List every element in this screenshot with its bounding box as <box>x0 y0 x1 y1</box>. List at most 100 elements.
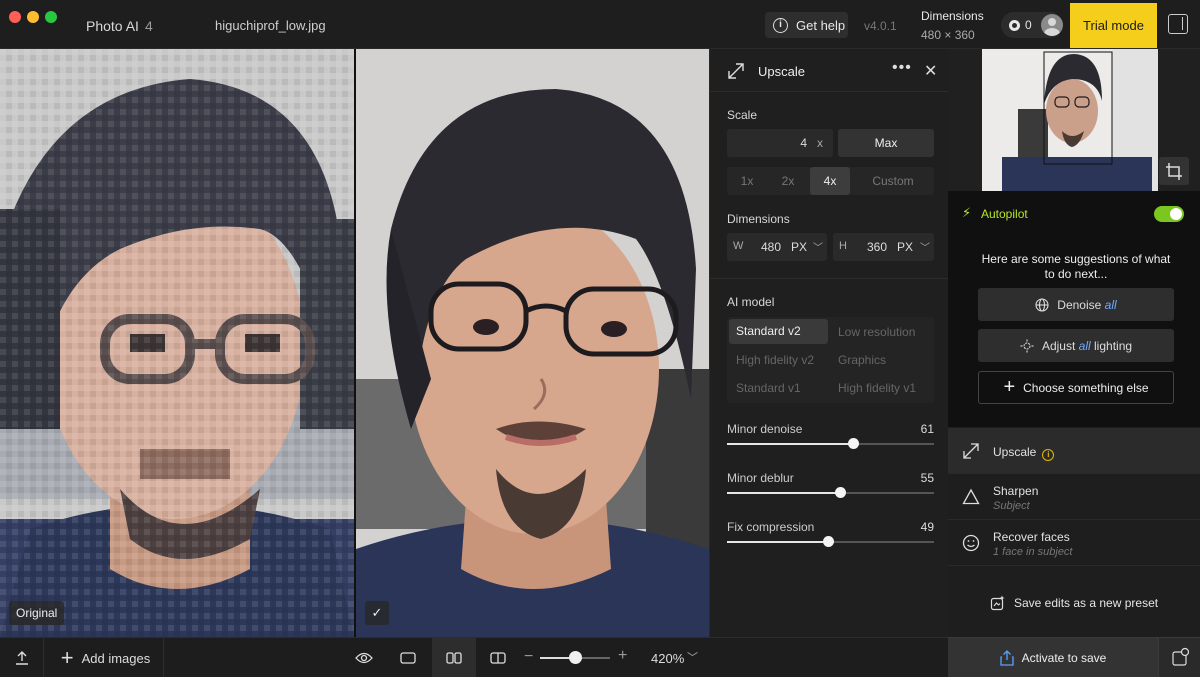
denoise-all-button[interactable]: Denoise all <box>978 288 1174 321</box>
right-panel: ⚡ Autopilot Here are some suggestions of… <box>948 49 1200 677</box>
plus-icon: + <box>1003 376 1016 398</box>
slider-handle[interactable] <box>847 438 859 449</box>
navigator <box>948 49 1200 191</box>
operation-recover-faces[interactable]: Recover faces 1 face in subject <box>948 520 1200 566</box>
activate-label: Activate to save <box>1021 650 1107 665</box>
denoise-label: Denoise <box>1057 297 1102 312</box>
autopilot-toggle[interactable] <box>1154 206 1184 222</box>
operation-title: Upscale <box>993 445 1037 459</box>
dimensions-value: 480 × 360 <box>921 28 975 42</box>
single-view-button[interactable] <box>390 638 426 677</box>
preset-sparkle-icon <box>990 595 1005 611</box>
adjust-scope: all <box>1078 338 1091 353</box>
scale-input[interactable]: 4 x <box>727 129 833 157</box>
image-compare-view[interactable]: Original ✓ <box>0 49 709 637</box>
title-bar: Photo AI 4 higuchiprof_low.jpg i Get hel… <box>0 0 1200 49</box>
app-version-badge: 4 <box>145 18 153 34</box>
model-standard-v2[interactable]: Standard v2 <box>729 319 828 344</box>
triangle-icon <box>962 488 980 505</box>
credit-coin-icon <box>1009 19 1020 31</box>
scale-option-4x[interactable]: 4x <box>810 167 850 195</box>
globe-icon <box>1035 297 1049 312</box>
add-images-button[interactable]: + Add images <box>44 638 164 677</box>
crop-icon <box>1166 163 1182 180</box>
upload-button[interactable] <box>0 638 44 677</box>
single-view-icon <box>400 652 416 664</box>
model-high-fidelity-v2[interactable]: High fidelity v2 <box>736 353 814 367</box>
bottom-toolbar: + Add images − + 420% ﹀ <box>0 637 948 677</box>
credits-account-button[interactable]: 0 <box>1001 12 1063 38</box>
slider-handle[interactable] <box>822 536 834 547</box>
operation-subtitle: Subject <box>993 500 1030 512</box>
export-gear-icon <box>1172 647 1190 666</box>
adjust-suffix: lighting <box>1094 338 1133 353</box>
model-graphics[interactable]: Graphics <box>838 353 886 367</box>
chevron-down-icon[interactable]: ﹀ <box>813 239 823 254</box>
height-input[interactable]: H 360 PX ﹀ <box>833 233 934 261</box>
maximize-window-button[interactable] <box>45 11 57 23</box>
compare-slider-view-button[interactable] <box>480 638 516 677</box>
height-unit[interactable]: PX <box>897 240 913 254</box>
autopilot-title: Autopilot <box>981 207 1028 221</box>
preview-toggle-button[interactable] <box>346 638 382 677</box>
max-scale-button[interactable]: Max <box>838 129 934 157</box>
version-label: v4.0.1 <box>864 19 897 33</box>
toggle-sidebar-icon[interactable] <box>1168 14 1188 34</box>
close-window-button[interactable] <box>9 11 21 23</box>
split-view-button[interactable] <box>432 638 476 677</box>
dimensions-section-label: Dimensions <box>727 212 790 226</box>
trial-mode-button[interactable]: Trial mode <box>1070 3 1157 48</box>
export-settings-button[interactable] <box>1158 637 1200 677</box>
divider <box>710 278 949 279</box>
file-name: higuchiprof_low.jpg <box>215 18 326 33</box>
chevron-down-icon[interactable]: ﹀ <box>920 239 930 254</box>
scale-option-custom[interactable]: Custom <box>852 167 934 195</box>
navigator-thumbnail[interactable] <box>982 49 1158 191</box>
scale-option-1x[interactable]: 1x <box>727 167 767 195</box>
operation-upscale[interactable]: Upscale i <box>948 428 1200 474</box>
width-input[interactable]: W 480 PX ﹀ <box>727 233 827 261</box>
info-icon: i <box>773 17 788 33</box>
add-images-label: Add images <box>81 650 151 666</box>
minimize-window-button[interactable] <box>27 11 39 23</box>
model-low-resolution[interactable]: Low resolution <box>838 325 915 339</box>
smiley-face-icon <box>962 534 980 552</box>
more-options-icon[interactable]: ••• <box>892 59 912 77</box>
get-help-button[interactable]: i Get help <box>765 12 848 38</box>
operation-sharpen[interactable]: Sharpen Subject <box>948 474 1200 520</box>
expand-arrows-icon <box>963 443 979 459</box>
slider-handle[interactable] <box>835 487 847 498</box>
model-high-fidelity-v1[interactable]: High fidelity v1 <box>838 381 916 395</box>
slider-name: Minor deblur <box>727 471 794 485</box>
choose-something-else-button[interactable]: + Choose something else <box>978 371 1174 404</box>
processed-check-icon[interactable]: ✓ <box>365 601 389 625</box>
scale-value: 4 <box>800 136 807 150</box>
width-unit[interactable]: PX <box>791 240 807 254</box>
activate-to-save-button[interactable]: Activate to save <box>948 637 1158 677</box>
chevron-down-icon[interactable]: ﹀ <box>687 649 698 665</box>
expand-arrows-icon <box>728 63 744 79</box>
zoom-out-icon[interactable]: − <box>524 648 533 666</box>
slider-name: Minor denoise <box>727 422 803 436</box>
info-icon[interactable]: i <box>1042 449 1055 461</box>
save-preset-label: Save edits as a new preset <box>1014 596 1159 610</box>
adjust-lighting-button[interactable]: Adjust all lighting <box>978 329 1174 362</box>
model-standard-v1[interactable]: Standard v1 <box>736 381 801 395</box>
scale-option-2x[interactable]: 2x <box>767 167 809 195</box>
avatar <box>1040 14 1063 36</box>
scale-label: Scale <box>727 108 758 122</box>
denoise-scope: all <box>1104 297 1117 312</box>
close-icon[interactable]: ✕ <box>924 61 937 81</box>
share-upload-icon <box>999 649 1014 666</box>
split-view-icon <box>446 652 462 664</box>
height-label: H <box>839 240 847 252</box>
zoom-value[interactable]: 420% <box>651 651 684 666</box>
scale-segmented-control: 1x 2x 4x Custom <box>727 167 934 195</box>
width-value: 480 <box>761 240 782 254</box>
zoom-in-icon[interactable]: + <box>618 647 627 665</box>
upscale-header: Upscale ••• ✕ <box>710 49 949 92</box>
zoom-slider-handle[interactable] <box>568 651 582 664</box>
crop-button[interactable] <box>1159 157 1189 185</box>
slider-fill <box>727 443 854 445</box>
save-preset-button[interactable]: Save edits as a new preset <box>990 595 1158 611</box>
